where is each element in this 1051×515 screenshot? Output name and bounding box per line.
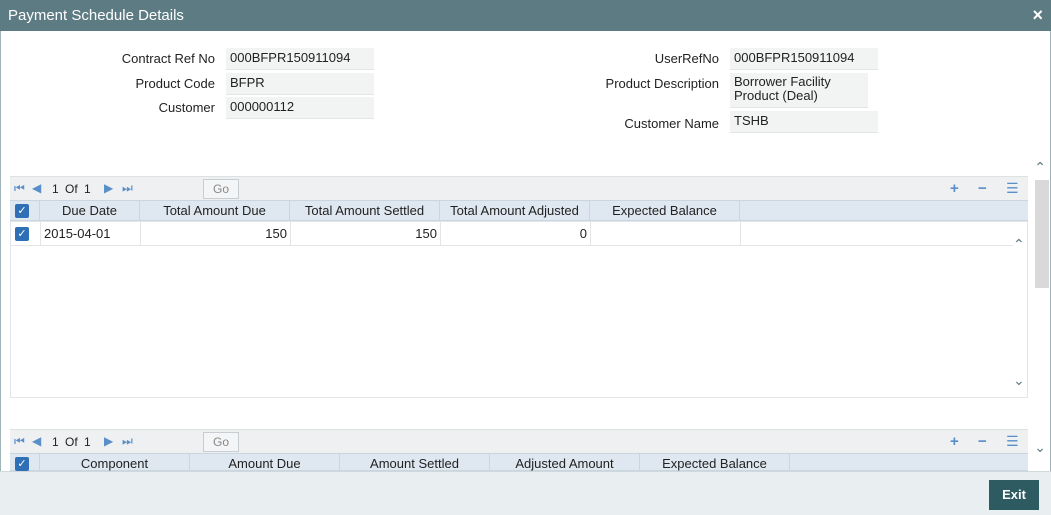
select-all-cell: ✓ [10, 201, 40, 221]
cell-expected-balance[interactable] [591, 222, 741, 245]
contract-ref-field[interactable]: 000BFPR150911094 [226, 48, 374, 70]
scroll-down-icon[interactable]: ⌄ [1034, 439, 1046, 456]
product-code-field[interactable]: BFPR [226, 73, 374, 95]
add-row-icon[interactable]: + [950, 433, 959, 450]
row-select-cell: ✓ [11, 222, 41, 245]
exit-button[interactable]: Exit [989, 480, 1039, 510]
page-current: 1 [52, 182, 59, 196]
title-bar: Payment Schedule Details × [0, 0, 1051, 31]
page-current: 1 [52, 435, 59, 449]
schedule-toolbar: ⏮ ◀ 1 Of 1 ▶ ⏭ Go + − ☰ [10, 176, 1028, 200]
col-total-amount-due[interactable]: Total Amount Due [140, 201, 290, 221]
customer-name-label: Customer Name [624, 116, 719, 131]
product-description-field[interactable]: Borrower Facility Product (Deal) [730, 73, 868, 108]
col-due-date[interactable]: Due Date [40, 201, 140, 221]
user-ref-label: UserRefNo [654, 51, 719, 66]
product-description-line1: Borrower Facility [734, 74, 831, 89]
schedule-grid-body: ✓ 2015-04-01 150 150 0 ⌃ ⌄ [10, 221, 1028, 398]
component-header: ✓ Component Amount Due Amount Settled Ad… [10, 453, 1028, 474]
close-icon[interactable]: × [1032, 5, 1043, 26]
next-page-icon[interactable]: ▶ [104, 181, 113, 195]
first-page-icon[interactable]: ⏮ [14, 181, 25, 196]
go-button[interactable]: Go [203, 432, 239, 452]
cell-due-date[interactable]: 2015-04-01 [41, 222, 141, 245]
delete-row-icon[interactable]: − [978, 433, 987, 450]
cell-total-settled[interactable]: 150 [291, 222, 441, 245]
product-code-label: Product Code [135, 76, 216, 91]
page-total: 1 [84, 435, 91, 449]
page-total: 1 [84, 182, 91, 196]
page-of-label: Of [65, 182, 78, 196]
cell-total-due[interactable]: 150 [141, 222, 291, 245]
customer-label: Customer [158, 100, 215, 115]
prev-page-icon[interactable]: ◀ [32, 434, 41, 448]
row-checkbox[interactable]: ✓ [15, 227, 29, 241]
delete-row-icon[interactable]: − [978, 180, 987, 197]
footer-bar: Exit [0, 471, 1051, 515]
col-total-amount-adjusted[interactable]: Total Amount Adjusted [440, 201, 590, 221]
last-page-icon[interactable]: ⏭ [122, 181, 133, 196]
scroll-up-icon[interactable]: ⌃ [1034, 159, 1046, 176]
add-row-icon[interactable]: + [950, 180, 959, 197]
component-panel: ⏮ ◀ 1 Of 1 ▶ ⏭ Go + − ☰ ✓ Component Amou… [10, 429, 1028, 474]
contract-ref-label: Contract Ref No [121, 51, 215, 66]
schedule-header: ✓ Due Date Total Amount Due Total Amount… [10, 200, 1028, 221]
go-button[interactable]: Go [203, 179, 239, 199]
select-all-checkbox[interactable]: ✓ [15, 457, 29, 471]
col-expected-balance[interactable]: Expected Balance [590, 201, 740, 221]
single-view-icon[interactable]: ☰ [1006, 433, 1019, 450]
first-page-icon[interactable]: ⏮ [14, 434, 25, 449]
next-page-icon[interactable]: ▶ [104, 434, 113, 448]
window-title: Payment Schedule Details [8, 7, 184, 24]
col-total-amount-settled[interactable]: Total Amount Settled [290, 201, 440, 221]
page-of-label: Of [65, 435, 78, 449]
last-page-icon[interactable]: ⏭ [122, 434, 133, 449]
product-description-label: Product Description [605, 76, 719, 91]
main-content: Contract Ref No 000BFPR150911094 Product… [0, 31, 1051, 474]
prev-page-icon[interactable]: ◀ [32, 181, 41, 195]
schedule-panel: ⏮ ◀ 1 Of 1 ▶ ⏭ Go + − ☰ ✓ Due Date Total… [10, 176, 1028, 401]
select-all-checkbox[interactable]: ✓ [15, 204, 29, 218]
cell-total-adjusted[interactable]: 0 [441, 222, 591, 245]
user-ref-field[interactable]: 000BFPR150911094 [730, 48, 878, 70]
table-row[interactable]: ✓ 2015-04-01 150 150 0 [11, 222, 1013, 246]
customer-field[interactable]: 000000112 [226, 97, 374, 119]
grid-scroll-up-icon[interactable]: ⌃ [1013, 236, 1025, 253]
customer-name-field[interactable]: TSHB [730, 111, 878, 133]
single-view-icon[interactable]: ☰ [1006, 180, 1019, 197]
product-description-line2: Product (Deal) [734, 88, 818, 103]
component-toolbar: ⏮ ◀ 1 Of 1 ▶ ⏭ Go + − ☰ [10, 429, 1028, 453]
page-scrollbar-thumb[interactable] [1035, 180, 1049, 288]
grid-scroll-down-icon[interactable]: ⌄ [1013, 372, 1025, 389]
